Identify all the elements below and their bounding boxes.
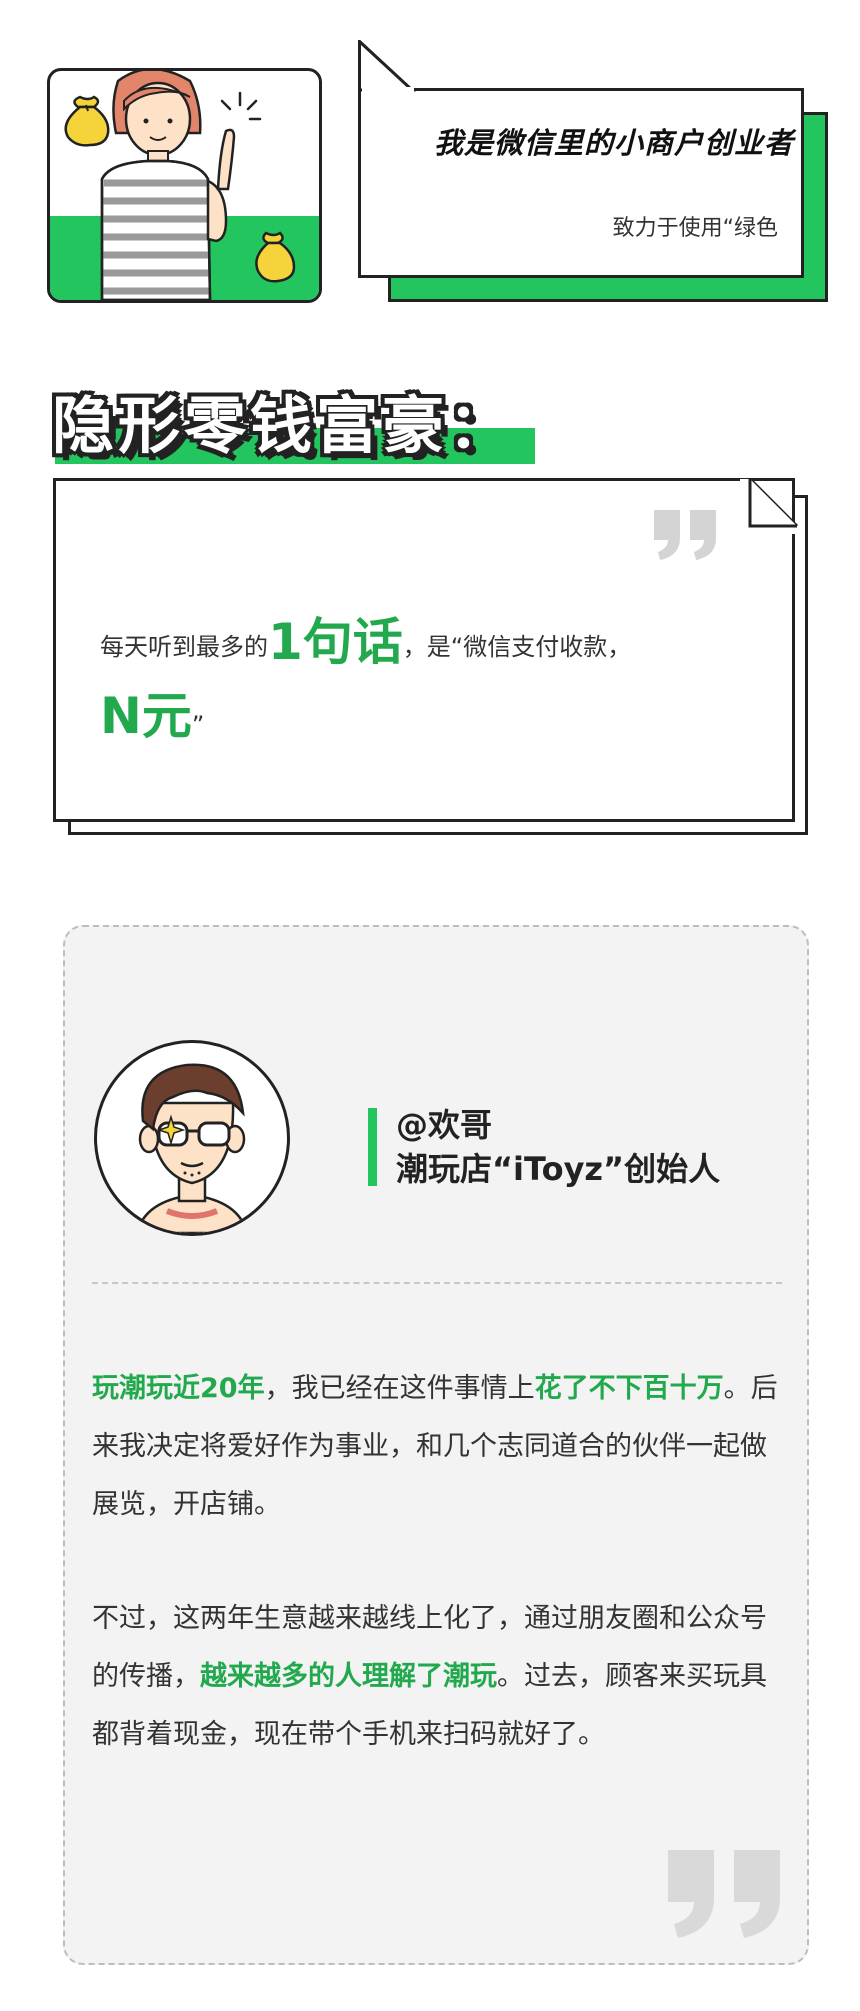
quote-text-part: ” [191, 711, 205, 739]
speech-tail-cover [358, 40, 416, 97]
quote-text-part: ，是“微信支付收款， [402, 633, 632, 661]
intro-subtitle: 致力于使用“绿色 [612, 216, 778, 241]
highlight-text: 花了不下百十万 [534, 1373, 724, 1404]
man-illustration [135, 1063, 249, 1233]
divider [92, 1282, 782, 1284]
avatar [94, 1040, 290, 1236]
quote-mark-icon [654, 510, 716, 560]
name-accent-bar [368, 1108, 377, 1186]
quote-emphasis: 1句话 [268, 613, 403, 671]
profile-role: 潮玩店“iToyz”创始人 [396, 1150, 721, 1188]
woman-illustration [50, 71, 319, 300]
highlight-text: 玩潮玩近20年 [92, 1373, 265, 1404]
illustration-card [47, 68, 322, 303]
profile-paragraph-2: 不过，这两年生意越来越线上化了，通过朋友圈和公众号的传播，越来越多的人理解了潮玩… [92, 1590, 782, 1764]
intro-title: 我是微信里的小商户创业者 [433, 126, 794, 160]
quote-emphasis: N元 [100, 687, 192, 745]
quote-mark-icon [668, 1850, 780, 1938]
profile-paragraph-1: 玩潮玩近20年，我已经在这件事情上花了不下百十万。后来我决定将爱好作为事业，和几… [92, 1360, 782, 1534]
page-fold-icon [740, 477, 799, 534]
sparkle-icon [220, 91, 262, 121]
quote-text: 每天听到最多的1句话，是“微信支付收款， [100, 612, 760, 677]
headline: 隐形零钱富豪： [52, 389, 515, 462]
profile-handle: @欢哥 [396, 1106, 493, 1144]
quote-text-line2: N元” [100, 676, 204, 748]
speech-box [358, 88, 804, 278]
money-bag-icon [64, 95, 110, 147]
quote-text-part: 每天听到最多的 [100, 633, 268, 661]
body-text: ，我已经在这件事情上 [264, 1373, 535, 1404]
highlight-text: 越来越多的人理解了潮玩 [200, 1661, 497, 1692]
